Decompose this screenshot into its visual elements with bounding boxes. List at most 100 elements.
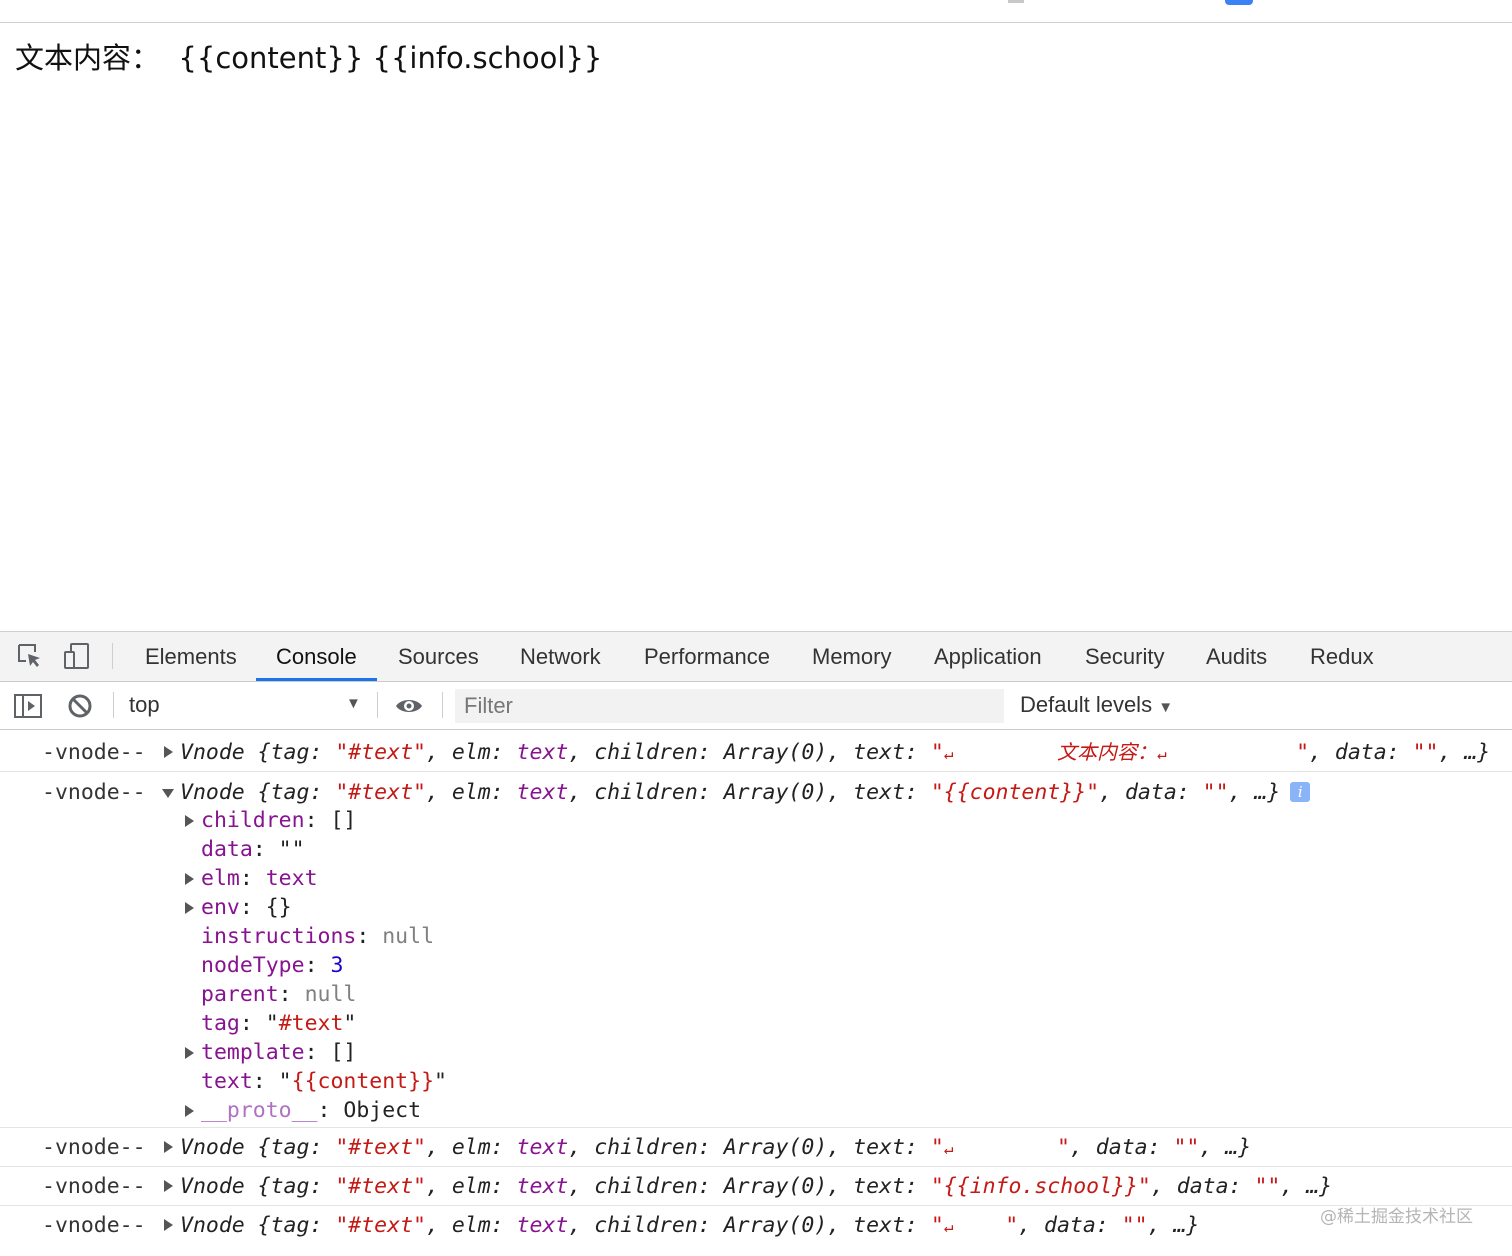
- elm-value: text: [516, 780, 569, 805]
- active-tab-indicator: [256, 678, 377, 681]
- context-dropdown-arrow-icon[interactable]: ▼: [346, 695, 361, 712]
- devtools-tabbar: Elements Console Sources Network Perform…: [0, 632, 1512, 682]
- elm-key: , elm:: [425, 1174, 517, 1199]
- eye-icon[interactable]: [394, 691, 424, 721]
- property-proto[interactable]: __proto__: Object: [201, 1096, 421, 1125]
- top-edge-mark: [1008, 0, 1024, 3]
- log-prefix: -vnode--: [42, 1174, 146, 1199]
- object-preview[interactable]: Vnode {tag: "#text", elm: text, children…: [180, 1211, 1199, 1241]
- log-prefix: -vnode--: [42, 740, 146, 765]
- tab-performance[interactable]: Performance: [644, 632, 770, 681]
- elm-key: , elm:: [425, 780, 517, 805]
- summary-start: Vnode {tag:: [180, 780, 336, 805]
- expand-arrow-icon[interactable]: [164, 1180, 173, 1192]
- expand-arrow-icon[interactable]: [185, 815, 194, 827]
- property-value: text: [265, 866, 318, 891]
- summary-end: , …}: [1199, 1135, 1252, 1160]
- context-selector[interactable]: top: [129, 692, 160, 718]
- elm-value: text: [516, 1135, 569, 1160]
- console-message: -vnode-- Vnode {tag: "#text", elm: text,…: [0, 1205, 1512, 1244]
- property-sep: :: [239, 866, 266, 891]
- clear-console-icon[interactable]: [65, 691, 95, 721]
- property-sep: :: [252, 837, 279, 862]
- text-open-quote: ": [930, 740, 944, 765]
- text-key: , text:: [827, 1135, 931, 1160]
- top-edge-button[interactable]: [1225, 0, 1253, 5]
- object-preview[interactable]: Vnode {tag: "#text", elm: text, children…: [180, 778, 1311, 807]
- property-data: data: "": [201, 835, 305, 864]
- text-value-cjk: 文本内容：: [1056, 740, 1157, 764]
- data-key: , data:: [1150, 1174, 1255, 1199]
- text-close-quote: ": [1056, 1135, 1070, 1160]
- object-preview[interactable]: Vnode {tag: "#text", elm: text, children…: [180, 1133, 1251, 1163]
- property-tag: tag: "#text": [201, 1009, 356, 1038]
- children-key: , children:: [568, 1135, 724, 1160]
- property-value: 3: [330, 953, 344, 978]
- tab-console[interactable]: Console: [276, 632, 357, 681]
- property-env[interactable]: env: {}: [201, 893, 292, 922]
- children-key: , children:: [568, 1213, 724, 1238]
- property-value: null: [304, 982, 357, 1007]
- data-value: "": [1412, 740, 1439, 765]
- property-value: #text: [278, 1011, 344, 1036]
- property-key: parent: [201, 982, 279, 1007]
- property-key: data: [201, 837, 253, 862]
- elm-value: text: [516, 1213, 569, 1238]
- elm-value: text: [516, 740, 569, 765]
- filter-input[interactable]: [455, 689, 1004, 723]
- text-value: "{{info.school}}": [930, 1174, 1151, 1199]
- tab-network[interactable]: Network: [520, 632, 601, 681]
- summary-end: , …}: [1438, 740, 1491, 765]
- text-open-quote: ": [930, 1135, 944, 1160]
- tab-security[interactable]: Security: [1085, 632, 1164, 681]
- tag-value: "#text": [335, 1135, 426, 1160]
- tab-audits[interactable]: Audits: [1206, 632, 1267, 681]
- children-value: Array(0): [723, 1135, 828, 1160]
- console-message: -vnode-- Vnode {tag: "#text", elm: text,…: [0, 1127, 1512, 1167]
- property-key: instructions: [201, 924, 357, 949]
- summary-start: Vnode {tag:: [180, 740, 336, 765]
- console-message: -vnode-- Vnode {tag: "#text", elm: text,…: [0, 730, 1512, 772]
- expand-arrow-icon[interactable]: [164, 1141, 173, 1153]
- tab-elements[interactable]: Elements: [145, 632, 237, 681]
- property-value: []: [330, 1040, 357, 1065]
- inspect-element-icon[interactable]: [15, 641, 45, 671]
- expand-arrow-icon[interactable]: [185, 873, 194, 885]
- expand-arrow-icon[interactable]: [185, 1047, 194, 1059]
- sidebar-toggle-icon[interactable]: [13, 691, 43, 721]
- expand-arrow-icon[interactable]: [185, 1105, 194, 1117]
- tab-application[interactable]: Application: [934, 632, 1042, 681]
- property-sep: :: [317, 1098, 344, 1123]
- collapse-arrow-icon[interactable]: [162, 789, 174, 798]
- property-sep: :: [278, 982, 305, 1007]
- property-elm[interactable]: elm: text: [201, 864, 318, 893]
- expand-arrow-icon[interactable]: [164, 746, 173, 758]
- children-key: , children:: [568, 1174, 724, 1199]
- summary-end: , …}: [1280, 1174, 1333, 1199]
- expand-arrow-icon[interactable]: [164, 1219, 173, 1231]
- property-value: {}: [265, 895, 292, 920]
- tag-value: "#text": [335, 1213, 426, 1238]
- browser-top-edge: [0, 0, 1512, 23]
- elm-key: , elm:: [425, 740, 517, 765]
- summary-start: Vnode {tag:: [180, 1174, 336, 1199]
- tab-redux[interactable]: Redux: [1310, 632, 1374, 681]
- info-icon[interactable]: i: [1290, 782, 1311, 802]
- property-template[interactable]: template: []: [201, 1038, 356, 1067]
- device-toolbar-icon[interactable]: [62, 641, 92, 671]
- text-value-space: [953, 740, 1057, 765]
- tag-value: "#text": [335, 740, 426, 765]
- property-children[interactable]: children: []: [201, 806, 356, 835]
- log-levels-dropdown[interactable]: Default levels ▼: [1020, 692, 1173, 718]
- property-value: Object: [343, 1098, 422, 1123]
- children-value: Array(0): [723, 780, 828, 805]
- object-preview[interactable]: Vnode {tag: "#text", elm: text, children…: [180, 1172, 1332, 1201]
- expand-arrow-icon[interactable]: [185, 902, 194, 914]
- tab-memory[interactable]: Memory: [812, 632, 891, 681]
- object-preview[interactable]: Vnode {tag: "#text", elm: text, children…: [180, 738, 1490, 768]
- property-key: elm: [201, 866, 240, 891]
- elm-key: , elm:: [425, 1135, 517, 1160]
- property-value: []: [330, 808, 357, 833]
- tab-sources[interactable]: Sources: [398, 632, 479, 681]
- return-arrow-icon: ↵: [1156, 744, 1167, 763]
